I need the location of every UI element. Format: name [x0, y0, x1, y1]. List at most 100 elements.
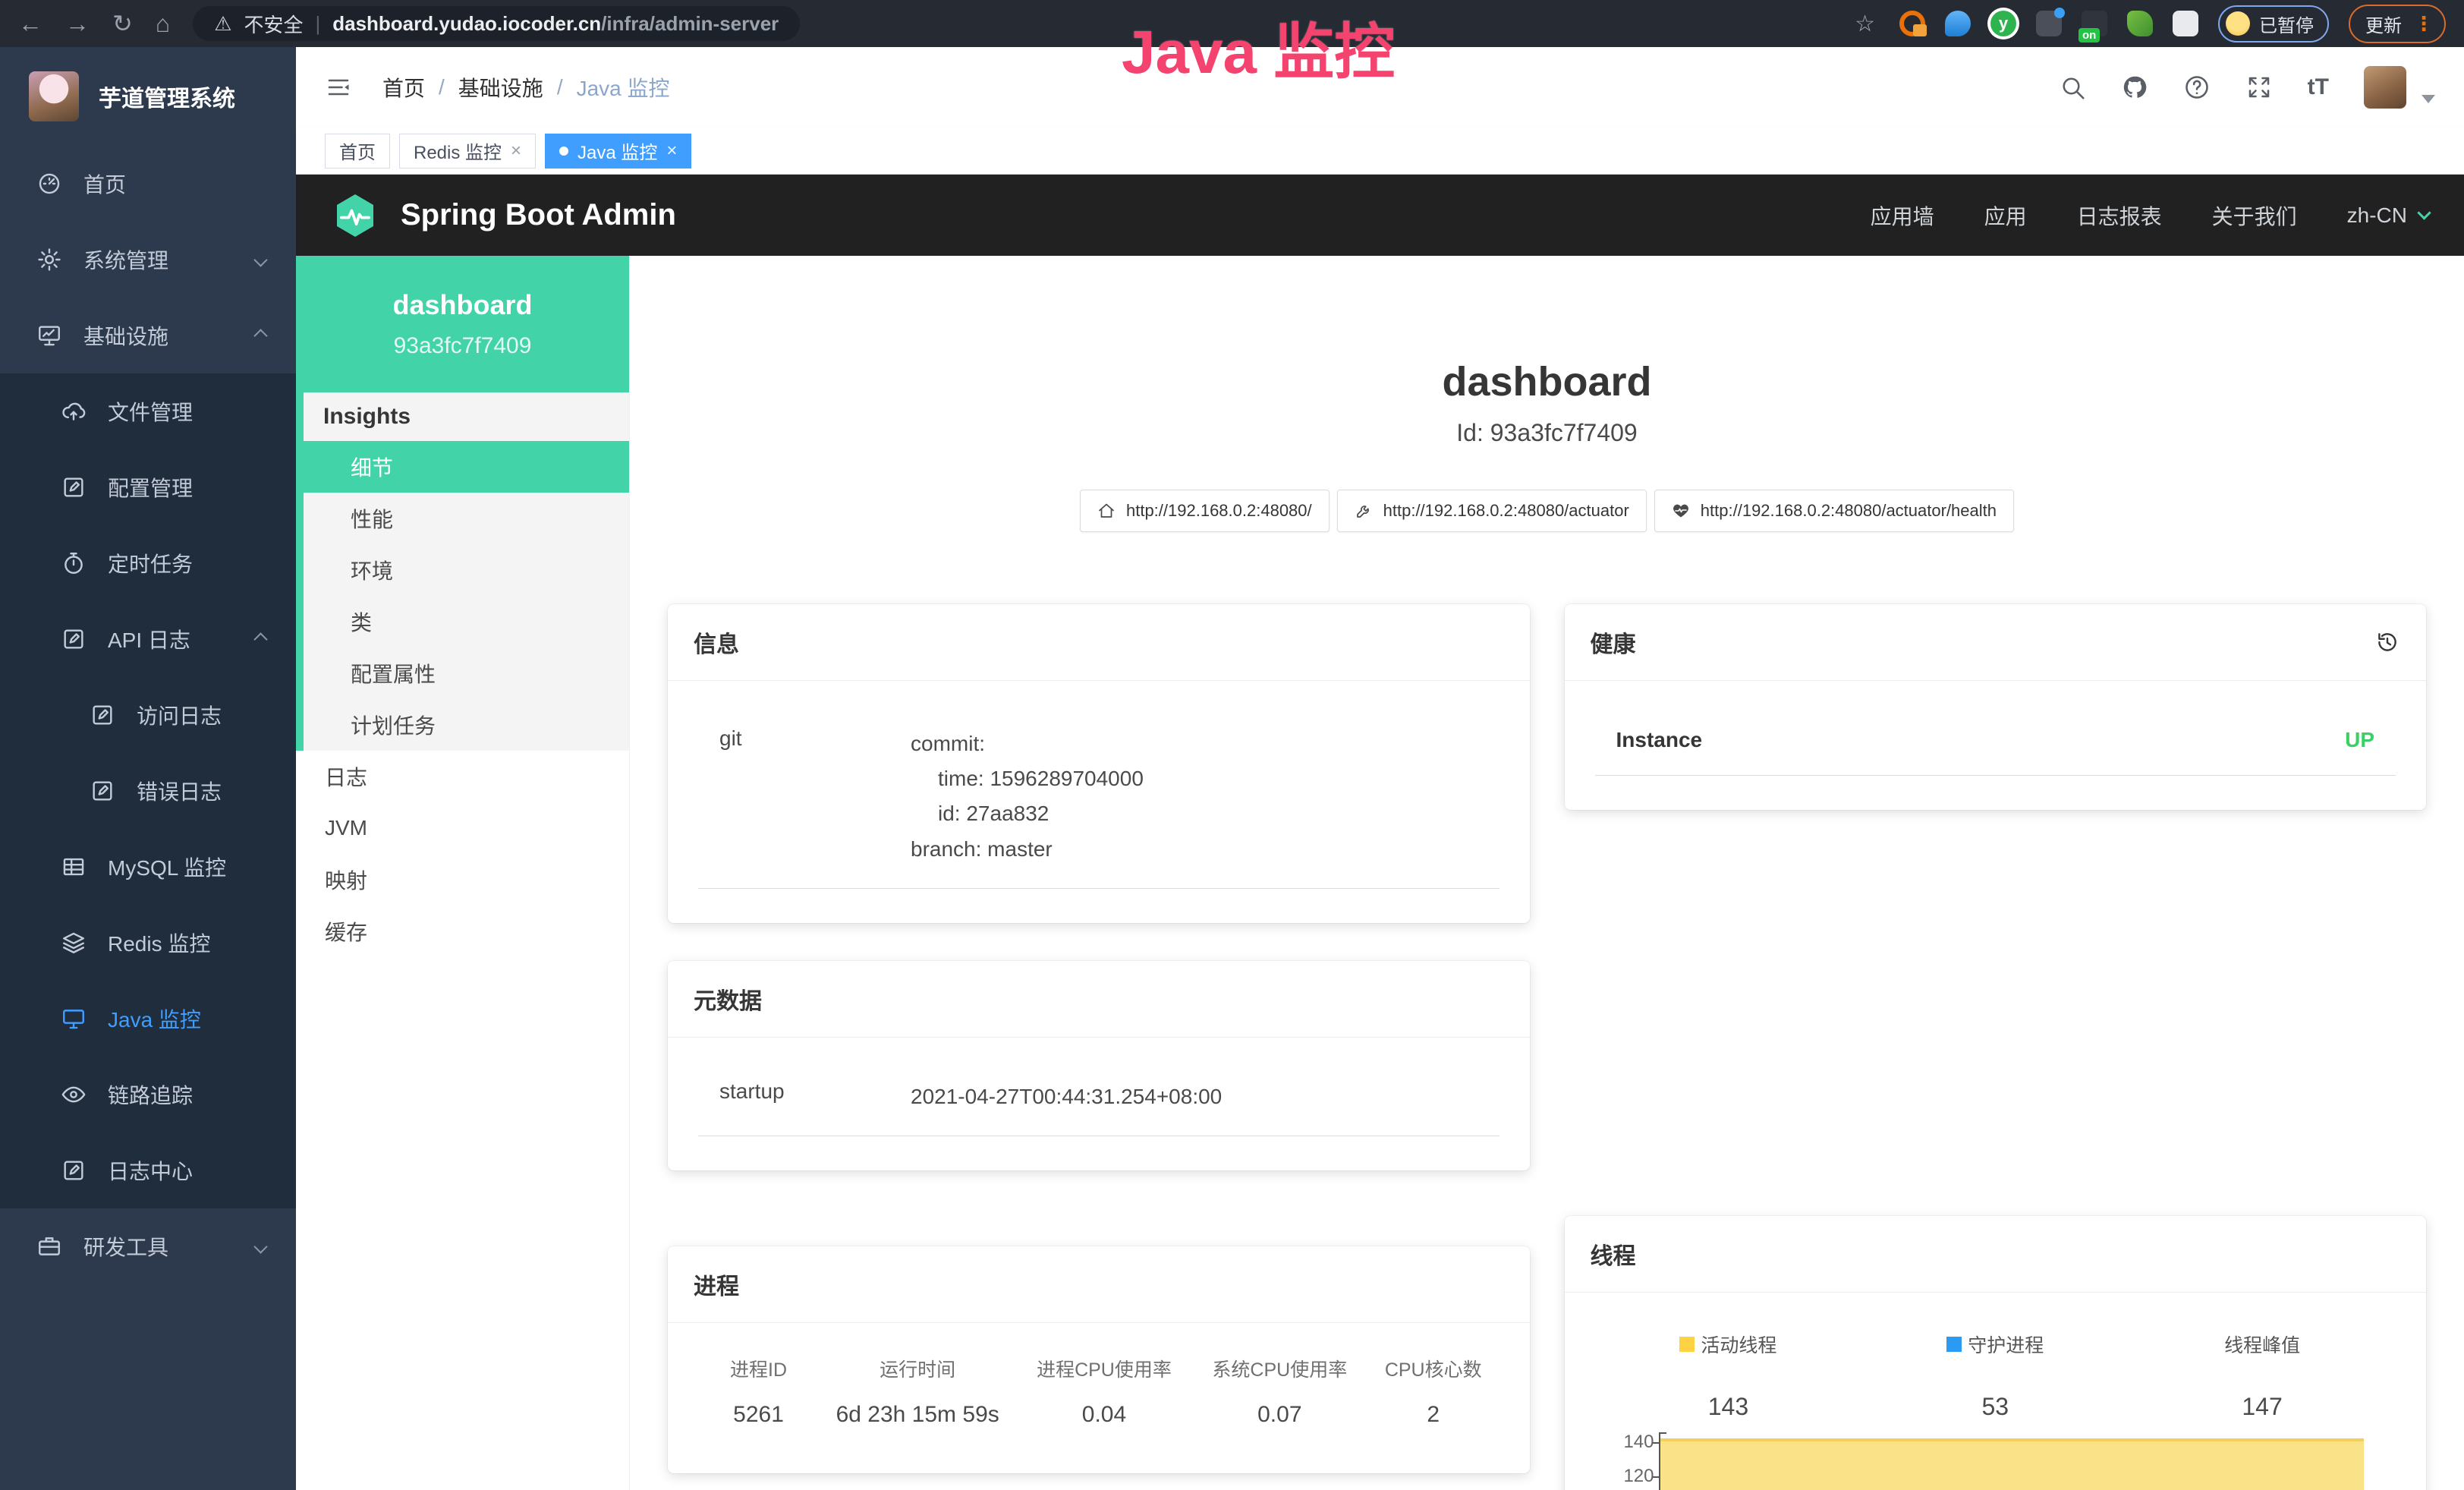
paused-profile-pill[interactable]: 已暂停 — [2218, 5, 2329, 43]
sidebar-item-infrastructure[interactable]: 基础设施 — [0, 298, 296, 373]
live-threads-stat: 活动线程 143 — [1595, 1331, 1862, 1421]
extension-switch-icon[interactable]: on — [2082, 11, 2107, 36]
sidebar-logo-row[interactable]: 芋道管理系统 — [0, 47, 296, 146]
sidebar-item-label: 研发工具 — [83, 1231, 168, 1262]
sba-nav-environment[interactable]: 环境 — [304, 544, 629, 596]
sba-nav-loggers[interactable]: 日志 — [296, 751, 629, 802]
process-card-title: 进程 — [694, 1268, 739, 1301]
health-url: http://192.168.0.2:48080/actuator/health — [1701, 501, 1997, 521]
sba-nav-config-props[interactable]: 配置属性 — [304, 647, 629, 699]
search-icon[interactable] — [2059, 74, 2086, 101]
sba-locale-select[interactable]: zh-CN — [2347, 203, 2429, 228]
daemon-threads-stat: 守护进程 53 — [1861, 1331, 2129, 1421]
sidebar-item-scheduled-tasks[interactable]: 定时任务 — [0, 525, 296, 601]
browser-menu-icon[interactable]: ⋮ — [2414, 12, 2434, 36]
sidebar-item-dev-tools[interactable]: 研发工具 — [0, 1208, 296, 1284]
layers-icon — [61, 930, 87, 956]
sidebar-item-label: 首页 — [83, 169, 126, 199]
close-icon[interactable]: × — [511, 140, 521, 162]
sidebar-item-mysql-monitor[interactable]: MySQL 监控 — [0, 829, 296, 905]
sba-nav-classes[interactable]: 类 — [304, 596, 629, 647]
bookmark-star-icon[interactable]: ☆ — [1855, 11, 1875, 37]
extension-grid-icon[interactable] — [2036, 11, 2062, 36]
browser-forward-icon[interactable]: → — [65, 11, 90, 36]
health-instance-row[interactable]: Instance UP — [1595, 728, 2396, 776]
extension-leaf-icon[interactable] — [2127, 11, 2153, 36]
sidebar-item-api-logs[interactable]: API 日志 — [0, 601, 296, 677]
sba-nav-details[interactable]: 细节 — [296, 441, 629, 493]
sba-nav-jvm[interactable]: JVM — [296, 802, 629, 854]
browser-home-icon[interactable]: ⌂ — [156, 11, 170, 36]
breadcrumb-separator: / — [557, 75, 563, 99]
address-divider: | — [315, 12, 320, 36]
browser-reload-icon[interactable]: ↻ — [112, 11, 133, 36]
avatar-caret-icon[interactable] — [2422, 95, 2435, 103]
sidebar-item-home[interactable]: 首页 — [0, 146, 296, 222]
breadcrumb-infrastructure[interactable]: 基础设施 — [458, 72, 543, 102]
sidebar-item-redis-monitor[interactable]: Redis 监控 — [0, 905, 296, 981]
chevron-down-icon — [253, 253, 267, 266]
tab-redis-monitor[interactable]: Redis 监控 × — [399, 134, 536, 169]
extension-colorzilla-icon[interactable] — [1899, 11, 1925, 36]
process-col-header: 进程CPU使用率 — [1016, 1355, 1191, 1382]
home-icon — [1097, 502, 1116, 520]
extension-y-icon[interactable]: y — [1990, 11, 2016, 36]
management-url: http://192.168.0.2:48080/actuator — [1383, 501, 1629, 521]
browser-update-button[interactable]: 更新 ⋮ — [2349, 5, 2446, 43]
github-icon[interactable] — [2121, 74, 2148, 101]
hamburger-fold-icon[interactable] — [325, 74, 352, 101]
info-card-title: 信息 — [694, 625, 739, 659]
health-url-button[interactable]: http://192.168.0.2:48080/actuator/health — [1654, 490, 2014, 532]
sba-nav-metrics[interactable]: 性能 — [304, 493, 629, 544]
close-icon[interactable]: × — [666, 140, 677, 162]
sba-nav-about[interactable]: 关于我们 — [2212, 200, 2297, 231]
history-icon[interactable] — [2374, 629, 2400, 655]
fullscreen-icon[interactable] — [2245, 74, 2273, 101]
sidebar-item-java-monitor[interactable]: Java 监控 — [0, 981, 296, 1057]
sidebar-item-config-management[interactable]: 配置管理 — [0, 449, 296, 525]
heartbeat-icon — [1672, 502, 1690, 520]
process-pid: 5261 — [698, 1402, 819, 1428]
sba-nav-scheduled-tasks[interactable]: 计划任务 — [304, 699, 629, 751]
service-url-button[interactable]: http://192.168.0.2:48080/ — [1080, 490, 1330, 532]
management-url-button[interactable]: http://192.168.0.2:48080/actuator — [1337, 490, 1647, 532]
browser-back-icon[interactable]: ← — [18, 11, 42, 36]
sidebar-item-label: 基础设施 — [83, 320, 168, 351]
security-label[interactable]: 不安全 — [244, 10, 303, 38]
sba-instance-sidebar: dashboard 93a3fc7f7409 Insights 细节 性能 环境… — [296, 256, 630, 1490]
extension-pin-icon[interactable] — [1945, 11, 1971, 36]
sidebar-item-system-management[interactable]: 系统管理 — [0, 222, 296, 298]
screen-icon — [61, 1006, 87, 1032]
tab-home[interactable]: 首页 — [325, 134, 390, 169]
sidebar-item-log-center[interactable]: 日志中心 — [0, 1132, 296, 1208]
instance-header[interactable]: dashboard 93a3fc7f7409 — [296, 256, 629, 392]
y-axis-tick — [1653, 1476, 1659, 1478]
info-git-row: git commit: time: 1596289704000 id: 27aa… — [698, 726, 1499, 889]
metadata-value: 2021-04-27T00:44:31.254+08:00 — [911, 1079, 1499, 1114]
sba-nav-applications[interactable]: 应用 — [1984, 200, 2027, 231]
header-actions: tT — [2059, 66, 2435, 109]
sidebar-item-tracing[interactable]: 链路追踪 — [0, 1057, 296, 1132]
sba-nav-journal[interactable]: 日志报表 — [2077, 200, 2162, 231]
page-instance-id: Id: 93a3fc7f7409 — [630, 419, 2464, 447]
help-icon[interactable] — [2183, 74, 2211, 101]
sba-content: dashboard Id: 93a3fc7f7409 http://192.16… — [630, 256, 2464, 1490]
tab-java-monitor[interactable]: Java 监控 × — [545, 134, 691, 169]
sba-nav-caches[interactable]: 缓存 — [296, 906, 629, 957]
health-card-title: 健康 — [1591, 625, 1636, 659]
sba-brand-title[interactable]: Spring Boot Admin — [401, 198, 676, 232]
chevron-up-icon — [253, 329, 267, 342]
user-avatar[interactable] — [2364, 66, 2406, 109]
sba-nav-mappings[interactable]: 映射 — [296, 854, 629, 906]
sidebar-item-access-logs[interactable]: 访问日志 — [0, 677, 296, 753]
sidebar-item-error-logs[interactable]: 错误日志 — [0, 753, 296, 829]
system-cpu: 0.07 — [1192, 1402, 1367, 1428]
font-size-icon[interactable]: tT — [2308, 74, 2329, 100]
extensions-puzzle-icon[interactable] — [2173, 11, 2198, 36]
y-tick-140: 140 — [1623, 1432, 1654, 1453]
address-bar[interactable]: ⚠ 不安全 | dashboard.yudao.iocoder.cn/infra… — [193, 6, 800, 41]
sidebar-item-file-management[interactable]: 文件管理 — [0, 373, 296, 449]
breadcrumb-home[interactable]: 首页 — [382, 72, 425, 102]
process-table: 进程ID 运行时间 进程CPU使用率 系统CPU使用率 CPU核心数 5261 … — [698, 1355, 1499, 1428]
sba-nav-wallboard[interactable]: 应用墙 — [1871, 200, 1934, 231]
